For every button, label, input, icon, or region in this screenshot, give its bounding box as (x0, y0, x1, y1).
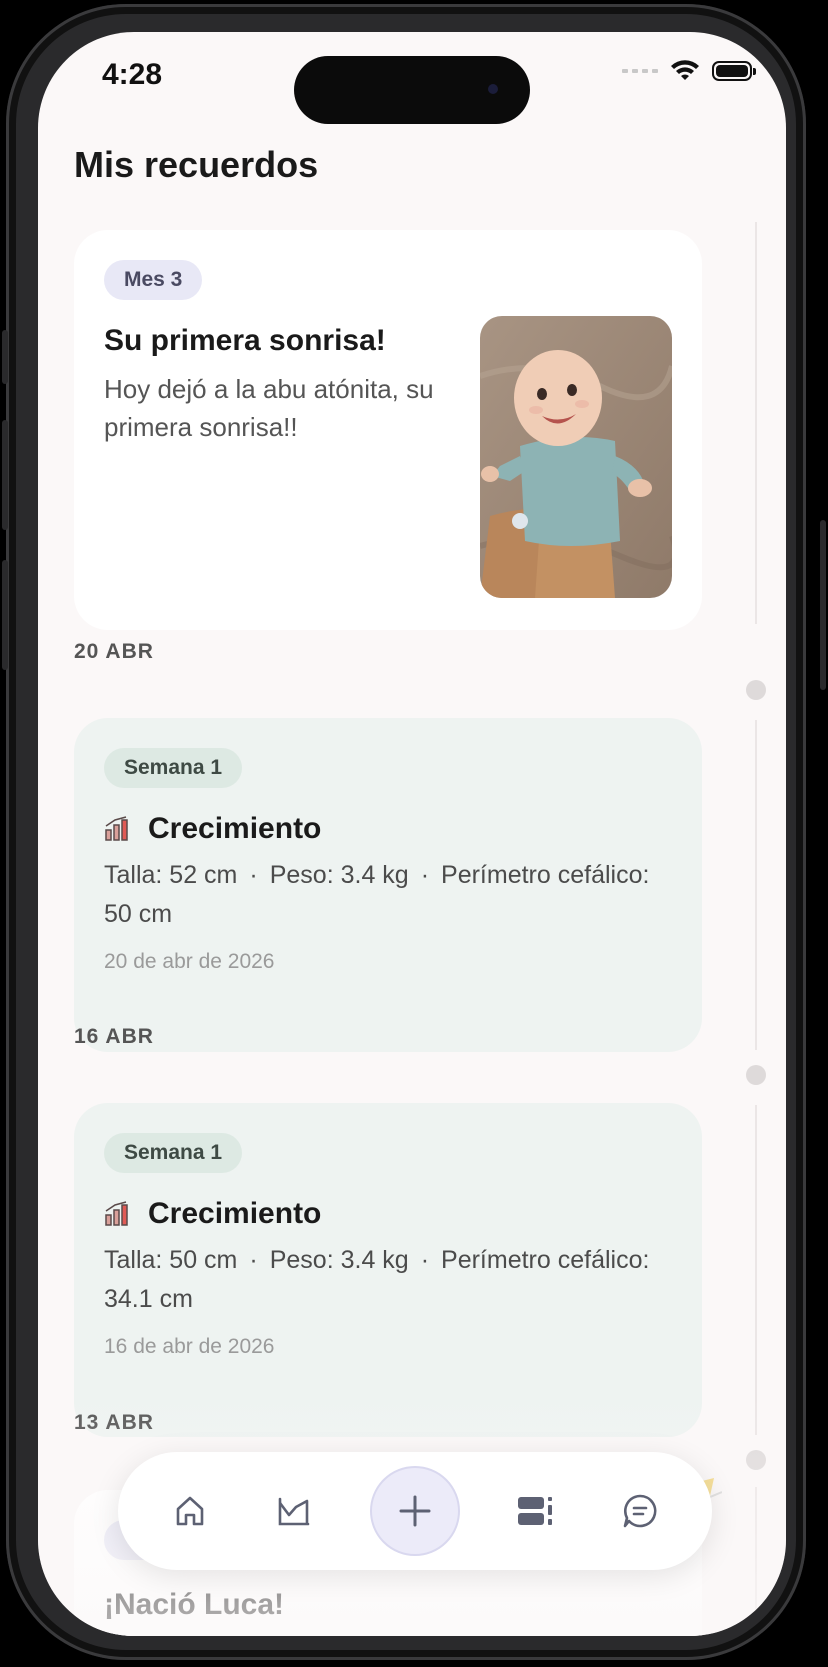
power-button (820, 520, 826, 690)
screen: 4:28 Mis recuerdos Mes 3 Su primera sonr… (38, 32, 786, 1636)
memory-text: Hoy dejó a la abu atónita, su primera so… (104, 374, 434, 442)
entry-date: 16 de abr de 2026 (104, 1335, 275, 1358)
battery-icon (712, 61, 756, 81)
weight-stat: Peso: 3.4 kg (269, 861, 409, 889)
timeline-line (755, 1487, 757, 1636)
memory-title: ¡Nació Luca! (104, 1588, 285, 1621)
growth-bars-icon (105, 1201, 128, 1226)
growth-title: Crecimiento (148, 812, 322, 845)
volume-down-button (2, 560, 8, 670)
timeline-line (755, 1105, 757, 1435)
volume-up-button (2, 420, 8, 530)
timeline-dot (746, 680, 766, 700)
date-label: 20 ABR (74, 640, 154, 663)
page-title: Mis recuerdos (74, 144, 319, 185)
month-badge: Mes 3 (104, 260, 203, 300)
album-icon (518, 1497, 552, 1525)
timeline-line (755, 222, 757, 624)
timeline-line (755, 720, 757, 1050)
timeline-dot (746, 1065, 766, 1085)
date-label: 13 ABR (74, 1411, 154, 1434)
cellular-signal-icon (622, 69, 658, 73)
mute-switch (2, 330, 8, 384)
chat-icon (623, 1494, 657, 1528)
growth-stats: Talla: 52 cm · Peso: 3.4 kg · Perímetro cefá… (104, 861, 650, 928)
tab-home[interactable] (162, 1483, 218, 1539)
growth-bars-icon (105, 816, 128, 841)
timeline-dot (746, 1450, 766, 1470)
memory-card-first-smile[interactable]: Mes 3 Su primera sonrisa! Hoy dejó a la … (74, 230, 702, 630)
wifi-icon (671, 60, 699, 80)
growth-stats: Talla: 50 cm · Peso: 3.4 kg · Perímetro cefá… (104, 1246, 650, 1313)
camera-dot (488, 84, 498, 94)
plus-icon (399, 1495, 431, 1527)
week-badge: Semana 1 (104, 748, 243, 788)
tab-chat[interactable] (612, 1483, 668, 1539)
week-badge: Semana 1 (104, 1133, 243, 1173)
date-label: 16 ABR (74, 1025, 154, 1048)
growth-chart-icon (278, 1497, 310, 1526)
status-time: 4:28 (102, 58, 163, 91)
tab-album[interactable] (508, 1483, 564, 1539)
home-icon (176, 1496, 204, 1526)
growth-card[interactable]: Semana 1 Crecimiento Talla: 52 cm · Peso: … (74, 718, 702, 1052)
weight-stat: Peso: 3.4 kg (269, 1246, 409, 1274)
growth-title: Crecimiento (148, 1197, 322, 1230)
tab-growth[interactable] (266, 1483, 322, 1539)
add-memory-button[interactable] (370, 1466, 460, 1556)
growth-card[interactable]: Semana 1 Crecimiento Talla: 50 cm · Peso: … (74, 1103, 702, 1437)
height-stat: Talla: 50 cm (104, 1246, 238, 1274)
status-icons (622, 60, 756, 82)
tab-bar (118, 1452, 712, 1570)
height-stat: Talla: 52 cm (104, 861, 238, 889)
baby-photo[interactable] (480, 316, 672, 598)
dynamic-island (294, 56, 530, 124)
entry-date: 20 de abr de 2026 (104, 950, 275, 973)
